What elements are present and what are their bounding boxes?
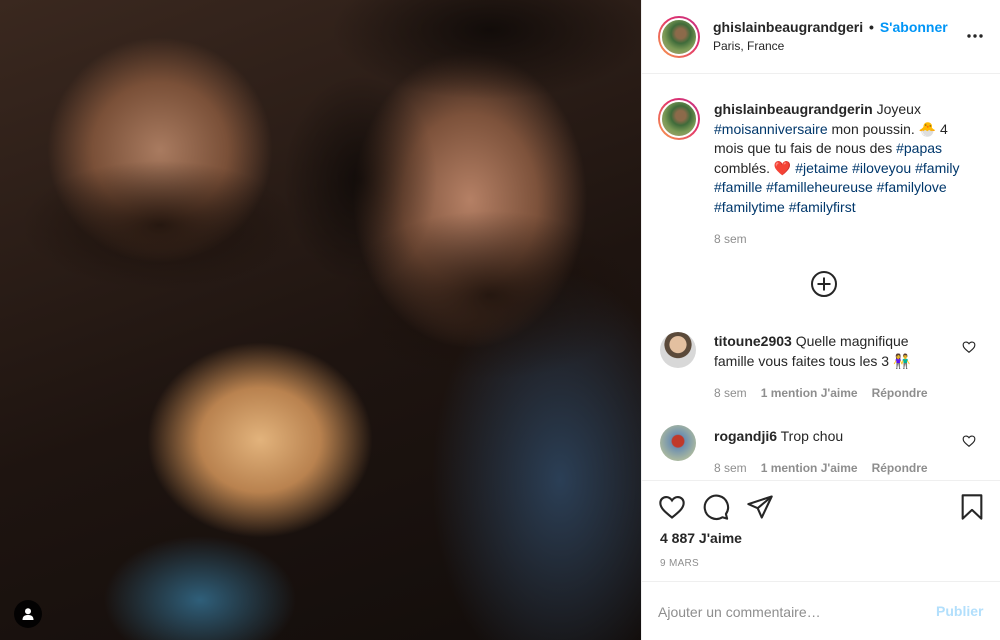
photo-shading — [20, 160, 300, 290]
bookmark-icon[interactable] — [958, 493, 988, 523]
more-horizontal-icon[interactable] — [960, 24, 990, 48]
comments-list[interactable]: ghislainbeaugrandgerin Joyeux #moisanniv… — [642, 74, 1000, 480]
comment-username[interactable]: rogandji6 — [714, 428, 777, 444]
reply-button[interactable]: Répondre — [872, 461, 928, 475]
author-username[interactable]: ghislainbeaugrandgeri — [713, 19, 863, 35]
likes-count[interactable]: 4 887 J'aime — [660, 530, 742, 546]
comment-meta: 8 sem 1 mention J'aime Répondre — [714, 386, 928, 400]
post-actions: 4 887 J'aime 9 MARS — [642, 480, 1000, 580]
comment-time[interactable]: 8 sem — [714, 461, 747, 475]
hashtag-link[interactable]: #iloveyou — [852, 160, 911, 176]
caption-time[interactable]: 8 sem — [714, 232, 747, 246]
post-side-panel: ghislainbeaugrandgeri • S'abonner Paris,… — [641, 0, 1000, 640]
photo-shading — [340, 210, 640, 380]
comment-body: Trop chou — [777, 428, 844, 444]
comment-icon[interactable] — [702, 493, 732, 523]
photo-shading — [330, 0, 641, 100]
publish-button[interactable]: Publier — [936, 603, 983, 619]
hashtag-link[interactable]: #moisanniversaire — [714, 121, 828, 137]
hashtag-link[interactable]: #familylove — [877, 179, 947, 195]
follow-button[interactable]: S'abonner — [880, 19, 948, 35]
hashtag-link[interactable]: #jetaime — [795, 160, 848, 176]
caption-chunk: Joyeux — [872, 101, 921, 117]
author-avatar[interactable] — [658, 16, 700, 58]
comment-avatar[interactable] — [660, 425, 696, 461]
caption-username[interactable]: ghislainbeaugrandgerin — [714, 101, 873, 117]
comment-likes[interactable]: 1 mention J'aime — [761, 386, 858, 400]
comment-time[interactable]: 8 sem — [714, 386, 747, 400]
caption-text: ghislainbeaugrandgerin Joyeux #moisanniv… — [714, 100, 974, 217]
add-comment-bar: Publier — [642, 581, 1000, 640]
share-icon[interactable] — [746, 493, 776, 523]
hashtag-link[interactable]: #famille — [714, 179, 762, 195]
plus-circle-icon[interactable] — [810, 270, 838, 298]
caption-chunk: mon poussin. — [827, 120, 919, 137]
post-location[interactable]: Paris, France — [713, 39, 784, 53]
post-photo[interactable] — [0, 0, 641, 640]
heart-icon[interactable] — [658, 493, 688, 523]
heart-icon[interactable] — [962, 340, 978, 356]
heart-icon[interactable] — [962, 434, 978, 450]
comment-likes[interactable]: 1 mention J'aime — [761, 461, 858, 475]
author-line: ghislainbeaugrandgeri • S'abonner — [713, 19, 948, 35]
couple-emoji: 👫 — [892, 352, 911, 369]
comment-input[interactable] — [658, 600, 918, 624]
comment-text: titoune2903 Quelle magnifique famille vo… — [714, 332, 944, 371]
caption-avatar[interactable] — [658, 98, 700, 140]
chick-emoji: 🐣 — [918, 120, 937, 137]
post-header: ghislainbeaugrandgeri • S'abonner Paris,… — [642, 0, 1000, 74]
user-tag-icon[interactable] — [14, 600, 42, 628]
hashtag-link[interactable]: #papas — [896, 140, 942, 156]
separator-dot: • — [869, 19, 874, 35]
hashtag-link[interactable]: #familytime — [714, 199, 785, 215]
comment-text: rogandji6 Trop chou — [714, 427, 944, 447]
hashtag-link[interactable]: #familleheureuse — [766, 179, 873, 195]
comment-avatar[interactable] — [660, 332, 696, 368]
comment-username[interactable]: titoune2903 — [714, 333, 792, 349]
caption-chunk: comblés. — [714, 159, 774, 176]
post-date[interactable]: 9 MARS — [660, 558, 699, 569]
hashtag-link[interactable]: #familyfirst — [789, 199, 856, 215]
heart-emoji: ❤️ — [773, 159, 792, 176]
reply-button[interactable]: Répondre — [872, 386, 928, 400]
hashtag-link[interactable]: #family — [915, 160, 959, 176]
comment-meta: 8 sem 1 mention J'aime Répondre — [714, 461, 928, 475]
